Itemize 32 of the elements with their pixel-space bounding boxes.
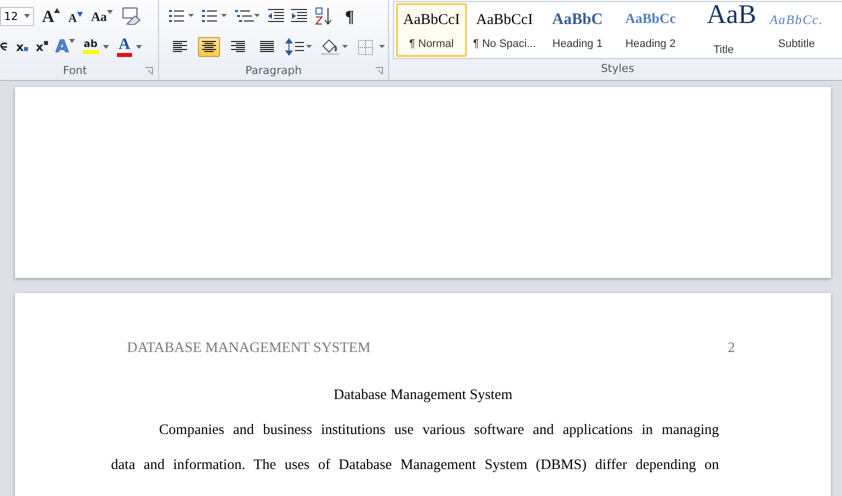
increase-indent-icon[interactable] bbox=[291, 9, 307, 23]
sort-icon[interactable] bbox=[314, 7, 332, 25]
style-item[interactable]: AaBbCcI ¶ Normal bbox=[396, 3, 467, 57]
group-label: Paragraph bbox=[245, 64, 302, 77]
group-label: Styles bbox=[600, 62, 634, 75]
style-item[interactable]: AaBbCc. Subtitle bbox=[761, 3, 832, 57]
body-text-line: Companies and business institutions use various software and applications in managing bbox=[158, 422, 719, 440]
eraser-icon[interactable] bbox=[120, 7, 141, 25]
bullet-list-icon[interactable] bbox=[169, 8, 195, 24]
align-center-icon bbox=[202, 41, 216, 53]
style-item[interactable]: AaBbC Heading 1 bbox=[542, 3, 613, 57]
font-size-field[interactable]: 12 bbox=[0, 6, 34, 26]
page-number: 2 bbox=[728, 340, 735, 357]
multilevel-list-icon[interactable] bbox=[235, 8, 261, 24]
align-right-icon bbox=[231, 41, 245, 53]
dropdown-arrow-icon[interactable] bbox=[24, 14, 30, 18]
style-item[interactable]: AaBbCcI ¶ No Spaci... bbox=[469, 3, 540, 57]
body-text-line: data and information. The uses of Database Management System (DBMS) differ depending on bbox=[111, 457, 719, 475]
paint-bucket-icon[interactable] bbox=[320, 38, 350, 56]
align-left-icon bbox=[173, 41, 187, 53]
document-title: Database Management System bbox=[332, 387, 514, 405]
group-label: Font bbox=[63, 64, 87, 77]
page-header: DATABASE MANAGEMENT SYSTEM bbox=[127, 340, 370, 357]
line-spacing-icon[interactable] bbox=[285, 38, 313, 56]
style-item[interactable]: AaB Title bbox=[688, 3, 759, 57]
center-align-button[interactable] bbox=[198, 37, 220, 57]
borders-icon[interactable] bbox=[357, 38, 387, 56]
decrease-indent-icon[interactable] bbox=[268, 9, 284, 23]
align-justify-icon bbox=[260, 41, 274, 53]
pilcrow-icon[interactable]: ¶ bbox=[345, 8, 354, 24]
style-item[interactable]: AaBbCc Heading 2 bbox=[615, 3, 686, 57]
strikethrough-icon[interactable] bbox=[0, 42, 8, 52]
